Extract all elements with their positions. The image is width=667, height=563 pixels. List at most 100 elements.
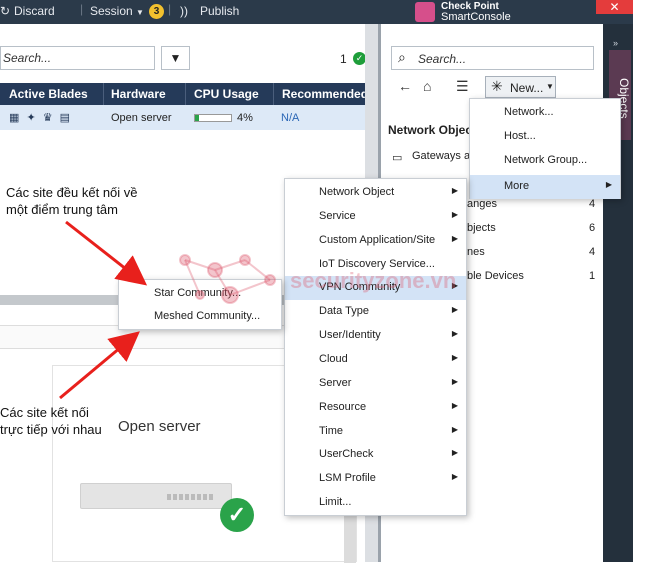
cpu-usage-bar xyxy=(194,114,232,122)
collapse-icon[interactable]: » xyxy=(613,38,618,48)
column-header-cpu-usage[interactable]: CPU Usage xyxy=(194,87,259,101)
list-item[interactable]: Gateways a xyxy=(412,150,470,162)
chevron-right-icon: ▶ xyxy=(605,180,612,189)
object-search-placeholder: Search... xyxy=(418,52,467,66)
menu-item-label: Network... xyxy=(504,106,554,118)
list-item[interactable]: bjects xyxy=(467,222,496,234)
menu-item-network[interactable]: Network... xyxy=(470,101,620,125)
top-toolbar: ↻ Discard | Session ▼ 3 | )) Publish xyxy=(0,0,633,24)
list-item-count: 1 xyxy=(589,270,596,282)
search-placeholder: Search... xyxy=(3,51,52,65)
list-view-icon[interactable]: ☰ xyxy=(456,78,469,95)
gateways-search-input[interactable]: Search... xyxy=(0,46,155,70)
menu-item-network-group[interactable]: Network Group... xyxy=(470,149,620,173)
smartconsole-logo-icon xyxy=(415,2,435,22)
menu-item-server[interactable]: Server ▶ xyxy=(285,372,466,396)
chevron-right-icon: ▶ xyxy=(451,448,458,457)
chevron-down-icon: ▼ xyxy=(546,82,554,91)
chevron-right-icon: ▶ xyxy=(451,425,458,434)
publish-button[interactable]: Publish xyxy=(200,4,239,18)
menu-item-resource[interactable]: Resource ▶ xyxy=(285,396,466,420)
new-object-button[interactable]: ✳ New... ▼ xyxy=(485,76,556,98)
close-button[interactable]: ✕ xyxy=(596,0,633,14)
list-item[interactable]: nes xyxy=(467,246,485,258)
object-search-input[interactable]: ⌕ Search... xyxy=(391,46,594,70)
menu-item-label: Server xyxy=(319,377,352,389)
menu-item-service[interactable]: Service ▶ xyxy=(285,205,466,229)
annotation-meshed-line1: Các site kết nối xyxy=(0,405,89,420)
discard-icon: ↻ xyxy=(0,4,11,18)
list-item[interactable]: ble Devices xyxy=(467,270,524,282)
window-margin xyxy=(633,0,667,562)
ok-check-icon: ✓ xyxy=(220,498,254,532)
checkpoint-logo: Check Point SmartConsole xyxy=(411,0,523,24)
annotation-star-line2: một điểm trung tâm xyxy=(6,202,118,217)
menu-item-label: Data Type xyxy=(319,305,369,317)
list-item[interactable]: anges xyxy=(467,198,497,210)
discard-button[interactable]: Discard xyxy=(14,4,55,18)
column-header-recommended[interactable]: Recommended xyxy=(282,87,368,101)
menu-item-label: Resource xyxy=(319,401,367,413)
session-label: Session xyxy=(90,4,133,18)
logo-text-line2: SmartConsole xyxy=(441,11,511,23)
gateway-count-label: 1 xyxy=(340,52,347,66)
table-header: Active Blades Hardware CPU Usage Recomme… xyxy=(0,83,368,105)
watermark-logo xyxy=(179,254,276,304)
list-item-count: 4 xyxy=(589,198,596,210)
menu-item-label: Time xyxy=(319,425,344,437)
chevron-right-icon: ▶ xyxy=(451,353,458,362)
gateway-count: 1 xyxy=(340,52,347,66)
menu-item-cloud[interactable]: Cloud ▶ xyxy=(285,348,466,372)
menu-item-label: Limit... xyxy=(319,496,352,508)
menu-item-network-object[interactable]: Network Object ▶ xyxy=(285,181,466,205)
column-divider xyxy=(103,83,104,105)
menu-item-label: Cloud xyxy=(319,353,348,365)
menu-item-host[interactable]: Host... xyxy=(470,125,620,149)
menu-item-limit[interactable]: Limit... xyxy=(285,491,466,515)
home-icon[interactable]: ⌂ xyxy=(423,78,431,94)
chevron-right-icon: ▶ xyxy=(451,210,458,219)
annotation-meshed-line2: trực tiếp với nhau xyxy=(0,422,102,437)
cpu-usage-fill xyxy=(195,115,200,121)
column-header-active-blades[interactable]: Active Blades xyxy=(9,87,88,101)
filter-button[interactable]: ▼ xyxy=(161,46,190,70)
chevron-right-icon: ▶ xyxy=(451,329,458,338)
publish-icon: )) xyxy=(180,4,188,18)
more-submenu: Network Object ▶ Service ▶ Custom Applicat… xyxy=(284,178,467,516)
annotation-star-line1: Các site đều kết nối về xyxy=(6,185,138,200)
chevron-right-icon: ▶ xyxy=(451,305,458,314)
menu-item-usercheck[interactable]: UserCheck ▶ xyxy=(285,443,466,467)
list-item-count: 4 xyxy=(589,246,596,258)
gateway-icon: ▭ xyxy=(392,152,403,164)
server-icon xyxy=(80,483,232,509)
chevron-right-icon: ▶ xyxy=(451,377,458,386)
column-divider xyxy=(185,83,186,105)
menu-item-lsm-profile[interactable]: LSM Profile ▶ xyxy=(285,467,466,491)
menu-item-user-identity[interactable]: User/Identity ▶ xyxy=(285,324,466,348)
new-star-icon: ✳ xyxy=(491,78,503,94)
menu-item-label: Service xyxy=(319,210,356,222)
table-row[interactable]: ▦ ✦ ♛ ▤ Open server 4% N/A xyxy=(0,105,365,130)
toolbar-divider: | xyxy=(80,2,84,16)
recommended-cell[interactable]: N/A xyxy=(281,112,299,124)
new-object-menu: Network... Host... Network Group... More… xyxy=(469,98,621,199)
cpu-usage-cell: 4% xyxy=(237,112,253,124)
search-icon: ⌕ xyxy=(398,49,406,65)
chevron-right-icon: ▶ xyxy=(451,401,458,410)
annotation-star: Các site đều kết nối về một điểm trung t… xyxy=(6,184,138,218)
back-arrow-icon[interactable]: ← xyxy=(398,78,412,94)
network-objects-heading: Network Objec xyxy=(388,123,473,137)
menu-item-time[interactable]: Time ▶ xyxy=(285,420,466,444)
session-badge: 3 xyxy=(149,4,164,19)
menu-item-label: UserCheck xyxy=(319,448,374,460)
filter-icon: ▼ xyxy=(169,51,182,65)
menu-item-label: Host... xyxy=(504,130,536,142)
column-header-hardware[interactable]: Hardware xyxy=(111,87,166,101)
menu-item-custom-application[interactable]: Custom Application/Site ▶ xyxy=(285,229,466,253)
server-vent xyxy=(167,494,213,500)
menu-item-more[interactable]: More ▶ xyxy=(470,175,620,199)
session-button[interactable]: Session ▼ xyxy=(90,4,144,18)
annotation-meshed: Các site kết nối trực tiếp với nhau xyxy=(0,404,102,438)
menu-item-label: User/Identity xyxy=(319,329,381,341)
menu-item-data-type[interactable]: Data Type ▶ xyxy=(285,300,466,324)
